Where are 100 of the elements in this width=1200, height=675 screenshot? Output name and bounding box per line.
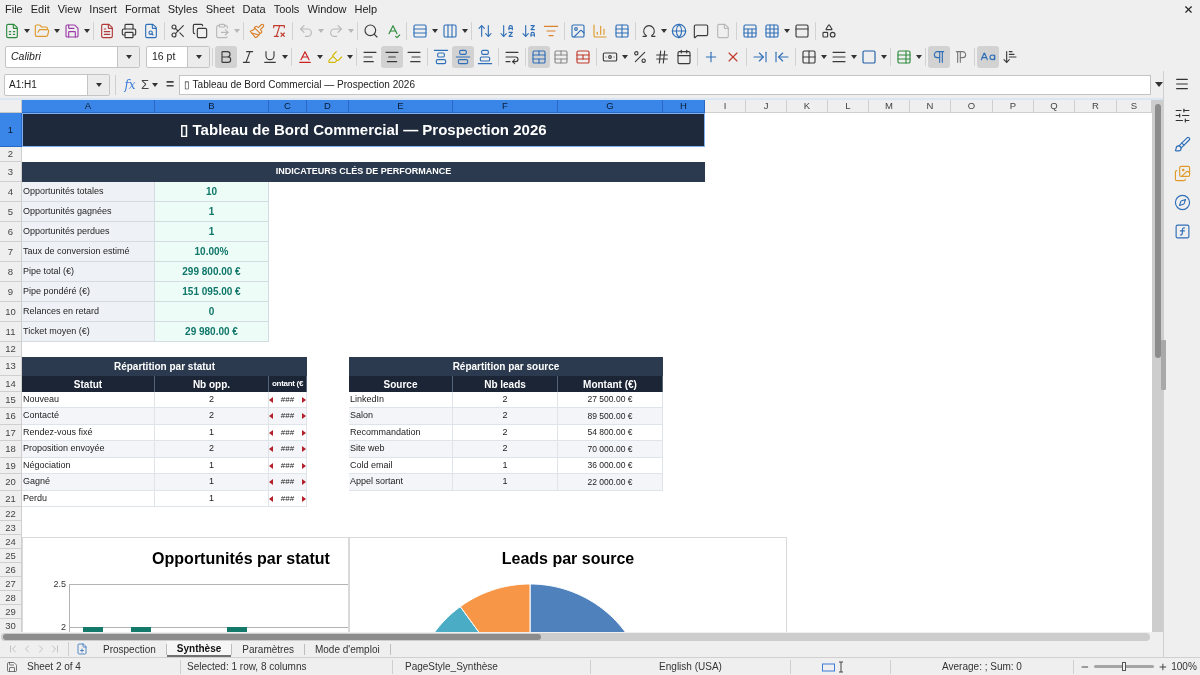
menu-item[interactable]: Styles bbox=[163, 0, 202, 18]
row-header[interactable]: 18 bbox=[0, 441, 22, 458]
formula-input[interactable]: ▯ Tableau de Bord Commercial — Prospection 2026 bbox=[179, 74, 1151, 95]
font-name-combobox[interactable]: Calibri bbox=[5, 46, 140, 68]
column-header[interactable]: D bbox=[307, 100, 349, 113]
caret-down-icon[interactable] bbox=[125, 55, 132, 59]
menu-item[interactable]: Tools bbox=[269, 0, 304, 18]
row-header[interactable]: 5 bbox=[0, 202, 22, 222]
row-header[interactable]: 7 bbox=[0, 242, 22, 262]
zoom-percentage[interactable]: 100% bbox=[1171, 659, 1197, 674]
row-header[interactable]: 22 bbox=[0, 507, 22, 521]
menu-item[interactable]: Sheet bbox=[201, 0, 239, 18]
column-header[interactable]: P bbox=[993, 100, 1034, 113]
sheet-tab[interactable]: Paramètres bbox=[232, 641, 304, 657]
column-header[interactable]: B bbox=[155, 100, 269, 113]
caret-down-icon[interactable] bbox=[881, 55, 887, 59]
column-header[interactable]: M bbox=[869, 100, 910, 113]
caret-down-icon[interactable] bbox=[784, 28, 790, 33]
column-header[interactable]: F bbox=[453, 100, 558, 113]
formula-button[interactable]: = bbox=[164, 74, 176, 95]
caret-down-icon[interactable] bbox=[84, 28, 90, 33]
rectangle-cursor-icon[interactable] bbox=[822, 660, 844, 673]
column-header[interactable]: N bbox=[910, 100, 951, 113]
caret-down-icon[interactable] bbox=[462, 28, 468, 33]
menu-item[interactable]: File bbox=[1, 0, 27, 18]
language-text[interactable]: English (USA) bbox=[659, 659, 722, 674]
row-header[interactable]: 21 bbox=[0, 491, 22, 507]
menu-item[interactable]: Data bbox=[238, 0, 270, 18]
row-header[interactable]: 1 bbox=[0, 113, 22, 147]
row-header[interactable]: 24 bbox=[0, 535, 22, 549]
column-header[interactable]: L bbox=[828, 100, 869, 113]
row-header[interactable]: 19 bbox=[0, 458, 22, 474]
column-header[interactable]: R bbox=[1075, 100, 1117, 113]
column-header[interactable]: O bbox=[951, 100, 993, 113]
row-header[interactable]: 25 bbox=[0, 549, 22, 563]
name-box[interactable]: A1:H1 bbox=[4, 73, 110, 96]
close-icon[interactable] bbox=[1183, 3, 1194, 15]
column-header[interactable]: K bbox=[787, 100, 828, 113]
row-header[interactable]: 2 bbox=[0, 147, 22, 162]
column-header[interactable]: G bbox=[558, 100, 663, 113]
column-header[interactable]: H bbox=[663, 100, 705, 113]
row-header[interactable]: 15 bbox=[0, 392, 22, 408]
caret-down-icon[interactable] bbox=[282, 55, 288, 59]
expand-caret-icon[interactable] bbox=[1155, 82, 1163, 87]
row-header[interactable]: 8 bbox=[0, 262, 22, 282]
column-header[interactable]: Q bbox=[1034, 100, 1075, 113]
row-header[interactable]: 6 bbox=[0, 222, 22, 242]
row-header[interactable]: 12 bbox=[0, 342, 22, 357]
menu-item[interactable]: Edit bbox=[26, 0, 54, 18]
caret-down-icon[interactable] bbox=[821, 55, 827, 59]
sheet-tab[interactable]: Synthèse bbox=[166, 641, 232, 657]
row-header[interactable]: 28 bbox=[0, 591, 22, 605]
column-header[interactable]: I bbox=[705, 100, 746, 113]
scrollbar-thumb[interactable] bbox=[1154, 104, 1161, 358]
row-header[interactable]: 20 bbox=[0, 474, 22, 491]
dropdown-button[interactable] bbox=[187, 47, 209, 67]
column-header[interactable]: S bbox=[1117, 100, 1152, 113]
row-header[interactable]: 30 bbox=[0, 619, 22, 632]
zoom-in-icon[interactable] bbox=[1158, 661, 1168, 672]
sheet-tab[interactable]: Mode d'emploi bbox=[304, 641, 390, 657]
row-header[interactable]: 14 bbox=[0, 376, 22, 392]
row-header[interactable]: 10 bbox=[0, 302, 22, 322]
zoom-slider[interactable] bbox=[1093, 665, 1155, 668]
caret-down-icon[interactable] bbox=[432, 28, 438, 33]
caret-down-icon[interactable] bbox=[24, 28, 30, 33]
vertical-scrollbar[interactable] bbox=[1152, 100, 1163, 632]
caret-down-icon[interactable] bbox=[317, 55, 323, 59]
caret-down-icon[interactable] bbox=[54, 28, 60, 33]
page-style-text[interactable]: PageStyle_Synthèse bbox=[405, 659, 498, 674]
row-header[interactable]: 23 bbox=[0, 521, 22, 535]
menu-item[interactable]: Help bbox=[350, 0, 382, 18]
row-header[interactable]: 16 bbox=[0, 408, 22, 425]
horizontal-scrollbar[interactable] bbox=[1, 632, 1150, 641]
column-header[interactable]: A bbox=[22, 100, 155, 113]
column-header[interactable]: J bbox=[746, 100, 787, 113]
caret-down-icon[interactable] bbox=[661, 28, 667, 33]
dropdown-button[interactable] bbox=[87, 74, 109, 95]
scrollbar-thumb[interactable] bbox=[3, 633, 541, 640]
row-header[interactable]: 13 bbox=[0, 357, 22, 376]
menu-item[interactable]: Window bbox=[303, 0, 351, 18]
dropdown-button[interactable] bbox=[117, 47, 139, 67]
caret-down-icon[interactable] bbox=[916, 55, 922, 59]
caret-down-icon[interactable] bbox=[347, 55, 353, 59]
caret-down-icon[interactable] bbox=[195, 55, 202, 59]
slider-thumb[interactable] bbox=[1122, 662, 1126, 671]
caret-down-icon[interactable] bbox=[95, 82, 102, 87]
file-plus-icon[interactable] bbox=[76, 643, 88, 655]
function-wizard-button[interactable]: fx bbox=[121, 74, 139, 95]
menu-item[interactable]: Insert bbox=[85, 0, 121, 18]
row-header[interactable]: 17 bbox=[0, 425, 22, 441]
column-header[interactable]: E bbox=[349, 100, 453, 113]
row-header[interactable]: 29 bbox=[0, 605, 22, 619]
sum-button[interactable]: Σ bbox=[139, 74, 151, 95]
caret-down-icon[interactable] bbox=[622, 55, 628, 59]
row-header[interactable]: 11 bbox=[0, 322, 22, 342]
menu-item[interactable]: Format bbox=[120, 0, 164, 18]
row-header[interactable]: 26 bbox=[0, 563, 22, 577]
menu-item[interactable]: View bbox=[53, 0, 86, 18]
caret-down-icon[interactable] bbox=[152, 82, 158, 87]
row-header[interactable]: 3 bbox=[0, 162, 22, 182]
